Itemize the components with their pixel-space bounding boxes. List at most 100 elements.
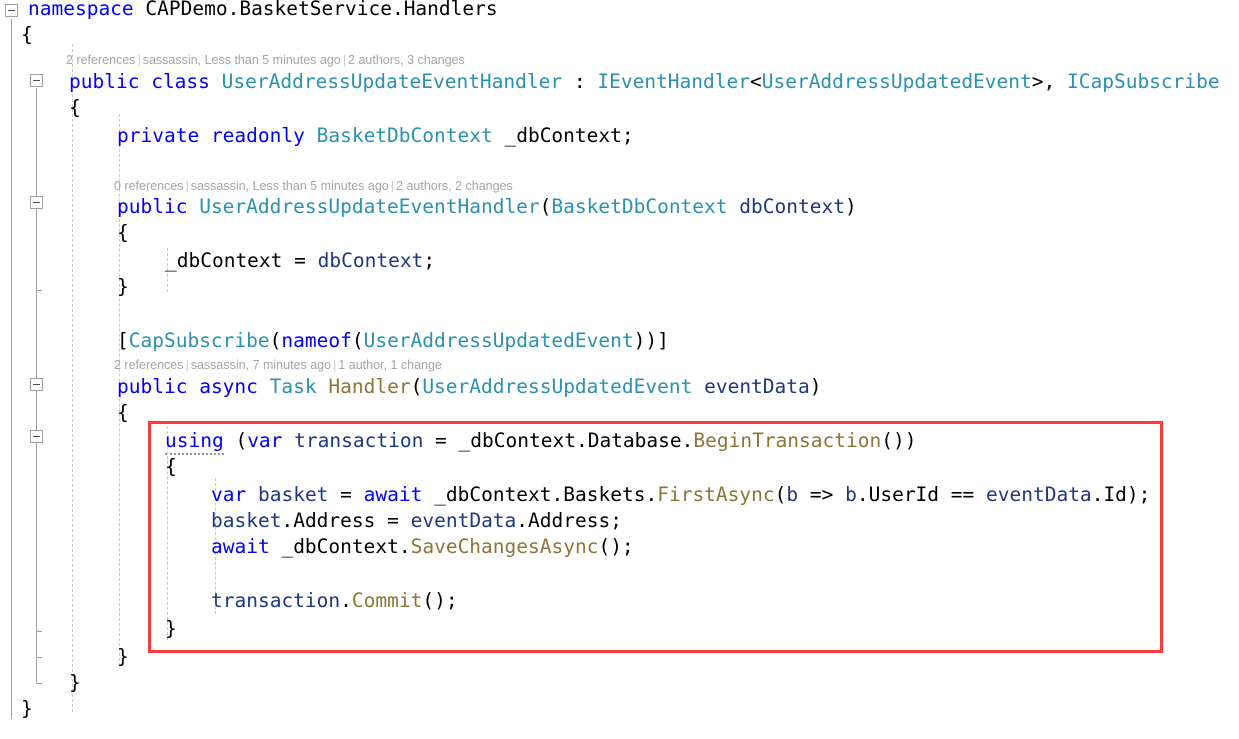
codelens-references[interactable]: 2 references bbox=[66, 53, 135, 67]
code-token: SaveChangesAsync bbox=[410, 535, 599, 558]
code-token: ); bbox=[1126, 483, 1151, 506]
code-token: _dbContext bbox=[434, 483, 552, 506]
code-token: == bbox=[939, 483, 987, 506]
code-token: = bbox=[328, 483, 364, 506]
codelens-author[interactable]: sassassin, Less than 5 minutes ago bbox=[143, 53, 341, 67]
codelens-separator: | bbox=[185, 358, 189, 372]
code-token: . bbox=[681, 429, 694, 452]
code-token: namespace bbox=[28, 0, 134, 20]
code-token: CAPDemo.BasketService.Handlers bbox=[133, 0, 498, 20]
codelens-separator: | bbox=[390, 179, 395, 193]
code-token: b bbox=[786, 483, 799, 506]
code-token: Handler bbox=[328, 375, 411, 398]
code-token: _dbContext; bbox=[504, 124, 634, 147]
code-token: } bbox=[165, 617, 177, 640]
code-line-4: { bbox=[69, 95, 81, 121]
codelens-references[interactable]: 0 references bbox=[114, 179, 183, 193]
code-token: } bbox=[117, 275, 129, 298]
codelens-handler[interactable]: 2 references | sassassin, 7 minutes ago | 1 … bbox=[114, 356, 442, 374]
code-token: dbContext bbox=[317, 249, 424, 272]
code-token: = bbox=[375, 509, 411, 532]
code-editor-surface[interactable]: namespace CAPDemo.BasketService.Handlers… bbox=[0, 0, 1239, 739]
code-token: { bbox=[69, 96, 81, 119]
codelens-author[interactable]: sassassin, Less than 5 minutes ago bbox=[191, 179, 389, 193]
code-line-9: } bbox=[117, 274, 129, 300]
code-token: Id bbox=[1103, 483, 1127, 506]
code-line-10: [CapSubscribe(nameof(UserAddressUpdatedE… bbox=[117, 328, 669, 354]
code-token: ( bbox=[351, 329, 364, 352]
codelens-author[interactable]: sassassin, 7 minutes ago bbox=[191, 358, 331, 372]
code-token: CapSubscribe bbox=[128, 329, 270, 352]
code-token: ; bbox=[610, 509, 622, 532]
code-token: } bbox=[69, 671, 81, 694]
codelens-changes[interactable]: 1 author, 1 change bbox=[338, 358, 442, 372]
codelens-changes[interactable]: 2 authors, 3 changes bbox=[348, 53, 465, 67]
code-line-7: { bbox=[117, 220, 129, 246]
code-token: . bbox=[281, 509, 294, 532]
code-token: b bbox=[845, 483, 857, 506]
codelens-separator: | bbox=[185, 179, 189, 193]
code-token: UserAddressUpdateEventHandler bbox=[221, 70, 563, 93]
code-token: private bbox=[117, 124, 200, 147]
code-line-19: } bbox=[165, 616, 177, 642]
code-token: FirstAsync bbox=[657, 483, 775, 506]
codelens-separator: | bbox=[342, 53, 347, 67]
code-token: } bbox=[21, 697, 33, 720]
codelens-class[interactable]: 2 references | sassassin, Less than 5 minu… bbox=[66, 51, 465, 69]
code-token: basket bbox=[257, 483, 329, 506]
code-token: using bbox=[165, 429, 224, 455]
code-line-18: transaction.Commit(); bbox=[211, 588, 458, 614]
code-token: await bbox=[211, 535, 270, 558]
code-token: . bbox=[645, 483, 658, 506]
code-token: BasketDbContext bbox=[551, 195, 728, 218]
code-token: { bbox=[165, 455, 177, 478]
code-token: { bbox=[117, 401, 129, 424]
code-token: await bbox=[363, 483, 423, 506]
code-token: UserAddressUpdatedEvent bbox=[422, 375, 693, 398]
code-token: ICapSubscribe bbox=[1067, 70, 1220, 93]
code-line-8: _dbContext = dbContext; bbox=[165, 248, 435, 274]
code-token: public bbox=[117, 375, 188, 398]
code-token: transaction bbox=[211, 589, 341, 612]
code-token: BeginTransaction bbox=[693, 429, 882, 452]
code-token: BasketDbContext bbox=[316, 124, 493, 147]
codelens-constructor[interactable]: 0 references | sassassin, Less than 5 minu… bbox=[114, 177, 513, 195]
code-token: eventData bbox=[704, 375, 810, 398]
code-token: nameof bbox=[281, 329, 352, 352]
codelens-references[interactable]: 2 references bbox=[114, 358, 183, 372]
code-token: ()) bbox=[881, 429, 917, 452]
code-token: . bbox=[1091, 483, 1104, 506]
code-token: public bbox=[117, 195, 188, 218]
code-line-11: public async Task Handler(UserAddressUpd… bbox=[117, 374, 822, 400]
code-token: >, bbox=[1031, 70, 1067, 93]
code-token: eventData bbox=[410, 509, 517, 532]
code-token: async bbox=[199, 375, 258, 398]
code-token: { bbox=[117, 221, 129, 244]
code-line-6: public UserAddressUpdateEventHandler(Bas… bbox=[117, 194, 857, 220]
code-token: = bbox=[282, 249, 318, 272]
code-token: => bbox=[798, 483, 846, 506]
codelens-changes[interactable]: 2 authors, 2 changes bbox=[396, 179, 513, 193]
code-line-16: basket.Address = eventData.Address; bbox=[211, 508, 622, 534]
code-token: eventData bbox=[986, 483, 1092, 506]
code-token: . bbox=[516, 509, 529, 532]
code-token: class bbox=[151, 70, 210, 93]
code-token: var bbox=[211, 483, 247, 506]
code-token: basket bbox=[211, 509, 282, 532]
code-token: ( bbox=[269, 329, 282, 352]
code-token: readonly bbox=[210, 124, 305, 147]
code-token: = bbox=[423, 429, 459, 452]
